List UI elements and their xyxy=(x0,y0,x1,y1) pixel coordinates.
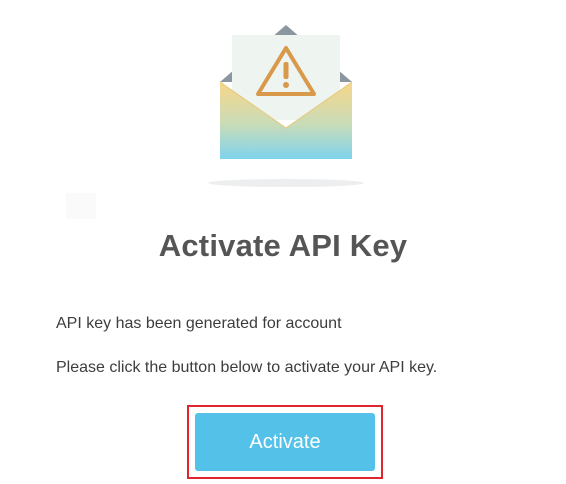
envelope-warning-icon xyxy=(208,25,364,187)
generated-message: API key has been generated for account xyxy=(56,315,342,332)
instruction-message: Please click the button below to activat… xyxy=(56,359,438,376)
page-title: Activate API Key xyxy=(158,228,408,263)
activation-email: Activate API Key API key has been genera… xyxy=(0,0,566,484)
image-placeholder xyxy=(66,193,96,219)
activate-button[interactable]: Activate xyxy=(195,413,375,471)
